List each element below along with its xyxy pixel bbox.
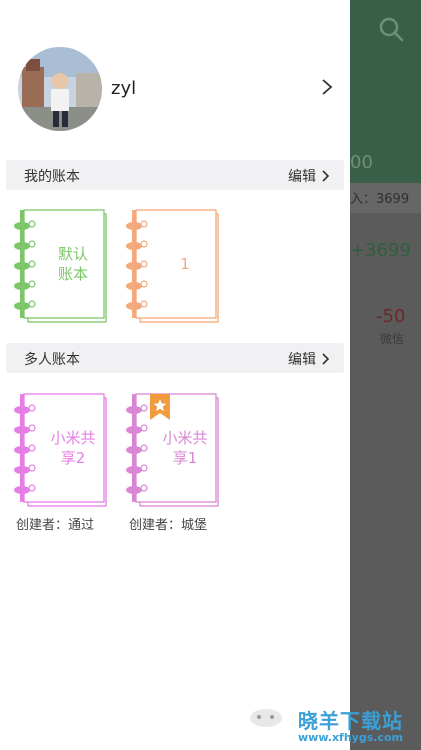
book-creator: 创建者：城堡 <box>129 518 208 533</box>
search-icon <box>379 17 404 42</box>
avatar[interactable] <box>18 47 102 131</box>
profile-row[interactable]: zyl <box>0 40 350 140</box>
background-amount: 00 <box>350 152 373 173</box>
background-income-value: +3699 <box>350 240 411 261</box>
section-title: 我的账本 <box>24 169 80 185</box>
background-expense-label: 微信 <box>380 332 405 346</box>
chevron-right-icon[interactable] <box>320 78 334 96</box>
book-title: 小米共 享2 <box>50 429 96 467</box>
edit-button[interactable]: 编辑 <box>288 349 330 369</box>
side-drawer: zyl 我的账本 编辑 默认 账本 1 多人账本 编辑 小米共 享2 创建者：通… <box>0 0 350 750</box>
edit-button[interactable]: 编辑 <box>288 166 330 186</box>
ledger-book[interactable]: 小米共 享2 <box>14 392 110 507</box>
book-creator: 创建者：通过 <box>16 518 95 533</box>
chevron-right-icon <box>322 353 330 365</box>
chevron-right-icon <box>322 170 330 182</box>
background-income-label: 入：3699 <box>350 192 410 207</box>
background-expense-value: -50 <box>376 306 406 327</box>
ledger-book[interactable]: 小米共 享1 <box>126 392 222 507</box>
book-title: 小米共 享1 <box>162 429 208 467</box>
edit-label: 编辑 <box>288 169 316 185</box>
edit-label: 编辑 <box>288 352 316 368</box>
username: zyl <box>111 78 137 99</box>
section-header-my-books: 我的账本 编辑 <box>6 160 344 190</box>
section-header-shared-books: 多人账本 编辑 <box>6 343 344 373</box>
book-title: 1 <box>180 255 190 273</box>
ledger-book[interactable]: 1 <box>126 208 222 323</box>
book-title: 默认 账本 <box>57 245 88 283</box>
background-content <box>350 183 421 750</box>
section-title: 多人账本 <box>24 352 80 368</box>
watermark-url: www.xfhygs.com <box>298 731 403 744</box>
ledger-book[interactable]: 默认 账本 <box>14 208 110 323</box>
watermark-text: 晓羊下载站 <box>298 709 403 733</box>
